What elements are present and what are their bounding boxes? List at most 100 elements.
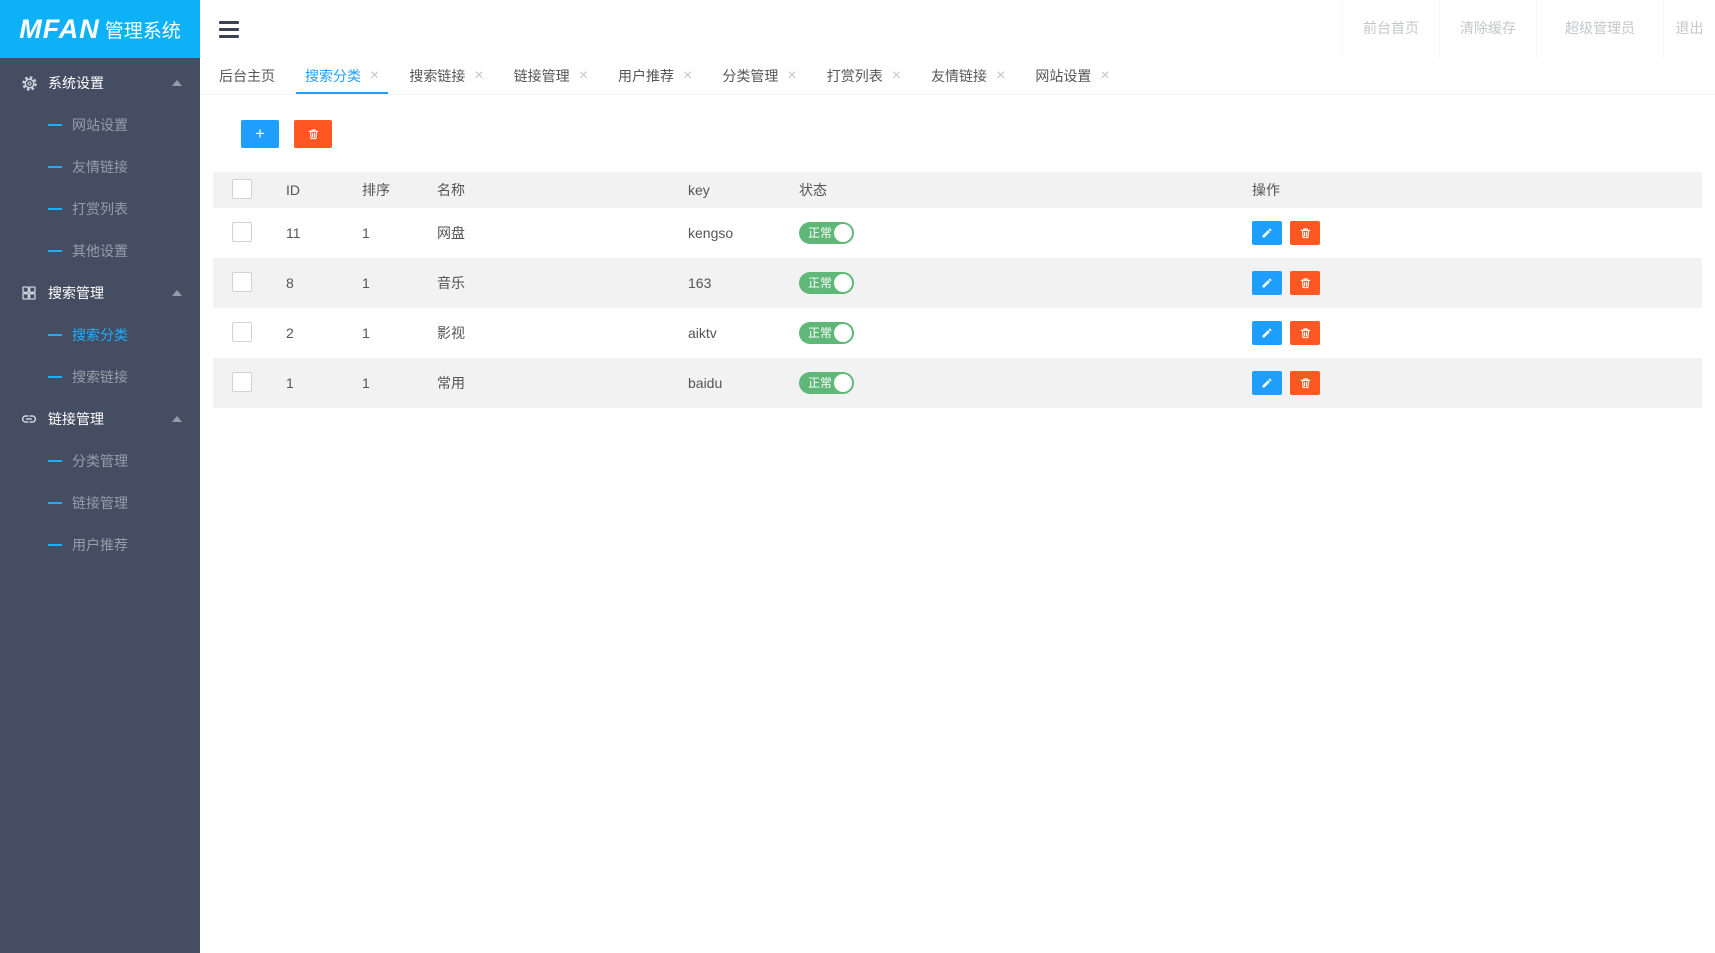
tab-label: 链接管理 <box>514 66 570 86</box>
tab-close-icon[interactable]: × <box>1100 68 1109 84</box>
add-button[interactable]: + <box>241 120 279 148</box>
sidebar-item-1-1[interactable]: 搜索链接 <box>0 356 200 398</box>
select-all-checkbox[interactable] <box>232 179 252 199</box>
tab-3[interactable]: 链接管理 × <box>499 58 603 94</box>
tab-bar: 后台主页搜索分类×搜索链接×链接管理×用户推荐×分类管理×打赏列表×友情链接×网… <box>200 58 1715 95</box>
sidebar-item-2-1[interactable]: 链接管理 <box>0 482 200 524</box>
sidebar-item-label: 搜索链接 <box>72 367 128 387</box>
sidebar-item-0-0[interactable]: 网站设置 <box>0 104 200 146</box>
delete-button[interactable] <box>1290 321 1320 345</box>
row-checkbox[interactable] <box>232 372 252 392</box>
tab-close-icon[interactable]: × <box>892 68 901 84</box>
sidebar-item-0-1[interactable]: 友情链接 <box>0 146 200 188</box>
tab-label: 打赏列表 <box>827 66 883 86</box>
menu-dash-icon <box>48 502 62 504</box>
cell-sort: 1 <box>343 308 418 358</box>
tab-label: 网站设置 <box>1035 66 1091 86</box>
menu-dash-icon <box>48 250 62 252</box>
status-label: 正常 <box>799 326 832 340</box>
status-toggle[interactable]: 正常 <box>799 272 854 294</box>
menu-dash-icon <box>48 124 62 126</box>
tab-4[interactable]: 用户推荐 × <box>603 58 707 94</box>
sidebar-item-0-3[interactable]: 其他设置 <box>0 230 200 272</box>
row-checkbox[interactable] <box>232 222 252 242</box>
delete-button[interactable] <box>1290 271 1320 295</box>
edit-button[interactable] <box>1252 271 1282 295</box>
column-header-2: 排序 <box>343 172 418 208</box>
tab-7[interactable]: 友情链接× <box>916 58 1020 94</box>
table-header-row: ID排序名称key状态操作 <box>213 172 1702 208</box>
column-header-5: 状态 <box>780 172 1233 208</box>
row-checkbox[interactable] <box>232 272 252 292</box>
status-toggle[interactable]: 正常 <box>799 222 854 244</box>
sidebar-section-2[interactable]: 链接管理 <box>0 398 200 440</box>
tab-close-icon[interactable]: × <box>683 68 692 84</box>
tab-close-icon[interactable]: × <box>787 68 796 84</box>
edit-button[interactable] <box>1252 221 1282 245</box>
sidebar-item-1-0[interactable]: 搜索分类 <box>0 314 200 356</box>
tab-6[interactable]: 打赏列表 × <box>812 58 916 94</box>
cell-id: 8 <box>267 258 343 308</box>
cell-sort: 1 <box>343 208 418 258</box>
sidebar-section-1[interactable]: 搜索管理 <box>0 272 200 314</box>
status-toggle[interactable]: 正常 <box>799 372 854 394</box>
cell-id: 1 <box>267 358 343 408</box>
cell-status: 正常 <box>780 208 1233 258</box>
status-toggle[interactable]: 正常 <box>799 322 854 344</box>
collapse-arrow-icon <box>172 416 182 422</box>
table-row: 11常用baidu正常 <box>213 358 1702 408</box>
tab-1[interactable]: 搜索分类 × <box>290 58 394 94</box>
status-label: 正常 <box>799 376 832 390</box>
header-link-1[interactable]: 清除缓存 <box>1439 0 1536 58</box>
tab-8[interactable]: 网站设置 × <box>1020 58 1124 94</box>
collapse-arrow-icon <box>172 80 182 86</box>
main-content: + ID排序名称key状态操作 111网盘kengso正常81音乐163正常21… <box>200 95 1715 953</box>
delete-button[interactable] <box>1290 221 1320 245</box>
sidebar-item-2-2[interactable]: 用户推荐 <box>0 524 200 566</box>
hamburger-menu-icon[interactable] <box>200 17 258 42</box>
tab-close-icon[interactable]: × <box>996 68 1005 84</box>
cell-key: 163 <box>669 258 780 308</box>
column-header-4: key <box>669 172 780 208</box>
delete-button[interactable] <box>1290 371 1320 395</box>
cell-sort: 1 <box>343 358 418 408</box>
header-link-0[interactable]: 前台首页 <box>1342 0 1439 58</box>
cell-sort: 1 <box>343 258 418 308</box>
status-label: 正常 <box>799 276 832 290</box>
status-label: 正常 <box>799 226 832 240</box>
cell-select <box>213 308 267 358</box>
logo-brand: MFAN <box>19 14 100 45</box>
sidebar-item-label: 友情链接 <box>72 157 128 177</box>
edit-button[interactable] <box>1252 321 1282 345</box>
sidebar-item-0-2[interactable]: 打赏列表 <box>0 188 200 230</box>
cell-key: kengso <box>669 208 780 258</box>
tab-5[interactable]: 分类管理× <box>707 58 811 94</box>
cell-select <box>213 358 267 408</box>
cell-actions <box>1233 308 1702 358</box>
tab-label: 搜索链接 <box>409 66 465 86</box>
edit-button[interactable] <box>1252 371 1282 395</box>
toggle-knob <box>834 274 852 292</box>
header-nav: 前台首页清除缓存超级管理员退出 <box>1342 0 1715 58</box>
tab-close-icon[interactable]: × <box>579 68 588 84</box>
column-header-0 <box>213 172 267 208</box>
tab-0[interactable]: 后台主页 <box>204 58 290 94</box>
tab-label: 用户推荐 <box>618 66 674 86</box>
toggle-knob <box>834 374 852 392</box>
header-link-2[interactable]: 超级管理员 <box>1536 0 1663 58</box>
table-row: 21影视aiktv正常 <box>213 308 1702 358</box>
menu-dash-icon <box>48 166 62 168</box>
row-checkbox[interactable] <box>232 322 252 342</box>
collapse-arrow-icon <box>172 290 182 296</box>
sidebar-item-2-0[interactable]: 分类管理 <box>0 440 200 482</box>
tab-close-icon[interactable]: × <box>474 68 483 84</box>
tab-2[interactable]: 搜索链接 × <box>394 58 498 94</box>
menu-dash-icon <box>48 208 62 210</box>
sidebar-section-0[interactable]: 系统设置 <box>0 62 200 104</box>
cell-name: 音乐 <box>418 258 669 308</box>
batch-delete-button[interactable] <box>294 120 332 148</box>
tab-close-icon[interactable]: × <box>370 68 379 84</box>
toggle-knob <box>834 224 852 242</box>
tab-label: 搜索分类 <box>305 66 361 86</box>
header-link-3[interactable]: 退出 <box>1663 0 1715 58</box>
